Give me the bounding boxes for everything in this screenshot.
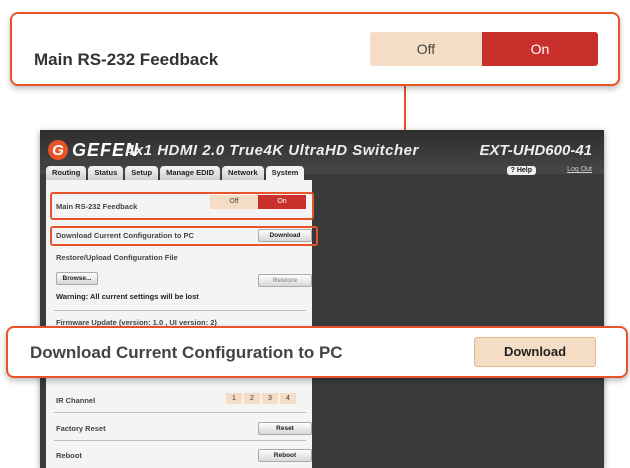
callout-download-label: Download Current Configuration to PC [30, 343, 343, 362]
download-label: Download Current Configuration to PC [56, 231, 194, 240]
rs232-on-button[interactable]: On [258, 195, 306, 209]
reset-button[interactable]: Reset [258, 422, 312, 435]
tab-manage-edid[interactable]: Manage EDID [160, 166, 221, 180]
system-panel: Main RS-232 Feedback Off On Download Cur… [46, 180, 318, 468]
logout-link[interactable]: Log Out [567, 166, 592, 173]
reboot-label: Reboot [56, 451, 82, 460]
divider [54, 310, 306, 311]
help-button[interactable]: ? Help [506, 166, 536, 175]
ir-channel-1-button[interactable]: 1 [226, 393, 242, 404]
tab-status[interactable]: Status [88, 166, 124, 180]
restore-button[interactable]: Restore [258, 274, 312, 287]
tab-network[interactable]: Network [222, 166, 264, 180]
warning-text: Warning: All current settings will be lo… [56, 292, 199, 301]
restore-label: Restore/Upload Configuration File [56, 253, 178, 262]
app-window: G GEFEN 4x1 HDMI 2.0 True4K UltraHD Swit… [40, 130, 604, 468]
tab-system[interactable]: System [265, 166, 305, 180]
callout-rs232-label: Main RS-232 Feedback [34, 50, 219, 69]
product-title: 4x1 HDMI 2.0 True4K UltraHD Switcher [126, 142, 419, 159]
tab-bar: Routing Status Setup Manage EDID Network… [46, 166, 305, 180]
ir-channel-3-button[interactable]: 3 [262, 393, 278, 404]
download-button[interactable]: Download [258, 229, 312, 242]
ir-channel-4-button[interactable]: 4 [280, 393, 296, 404]
tab-routing[interactable]: Routing [46, 166, 87, 180]
gefen-logo-icon: G [48, 140, 68, 160]
rs232-off-button[interactable]: Off [210, 195, 258, 209]
ir-channel-label: IR Channel [56, 396, 96, 405]
factory-reset-label: Factory Reset [56, 424, 106, 433]
divider [54, 440, 306, 441]
callout-off-button[interactable]: Off [370, 32, 482, 66]
callout-rs232-feedback: Main RS-232 Feedback Off On [10, 12, 620, 86]
reboot-button[interactable]: Reboot [258, 449, 312, 462]
rs232-label: Main RS-232 Feedback [56, 202, 138, 211]
callout-download-config: Download Current Configuration to PC Dow… [6, 326, 628, 378]
ir-channel-2-button[interactable]: 2 [244, 393, 260, 404]
tab-setup[interactable]: Setup [125, 166, 159, 180]
model-number: EXT-UHD600-41 [479, 142, 592, 159]
callout-on-button[interactable]: On [482, 32, 598, 66]
divider [54, 412, 306, 413]
browse-button[interactable]: Browse... [56, 272, 98, 285]
callout-download-button[interactable]: Download [474, 337, 596, 367]
